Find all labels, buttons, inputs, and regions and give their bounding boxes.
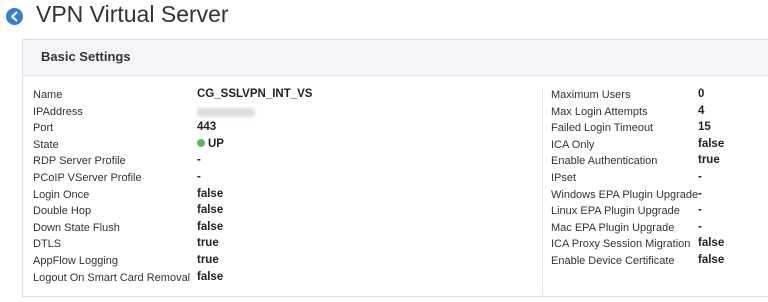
setting-value: false bbox=[197, 187, 224, 200]
setting-label: Port bbox=[33, 122, 54, 135]
setting-row-login-once: Login Once false bbox=[33, 188, 533, 205]
setting-value: false bbox=[698, 237, 725, 250]
setting-value: 0 bbox=[698, 88, 705, 100]
setting-label: Max Login Attempts bbox=[551, 105, 648, 118]
setting-label: ICA Only bbox=[551, 138, 595, 151]
setting-row-max-login-attempts: Max Login Attempts 4 bbox=[543, 105, 768, 122]
setting-value: - bbox=[197, 154, 201, 167]
setting-value: - bbox=[197, 170, 201, 183]
panel-title: Basic Settings bbox=[41, 49, 131, 64]
setting-value: - bbox=[698, 220, 702, 233]
setting-label: Logout On Smart Card Removal bbox=[33, 271, 191, 284]
setting-row-maximum-users: Maximum Users 0 bbox=[543, 88, 768, 105]
setting-value: CG_SSLVPN_INT_VS bbox=[197, 88, 313, 100]
setting-row-appflow-logging: AppFlow Logging true bbox=[33, 254, 533, 271]
setting-value: - bbox=[698, 204, 702, 217]
state-value: UP bbox=[197, 138, 224, 150]
setting-row-enable-device-certificate: Enable Device Certificate false bbox=[543, 254, 768, 271]
setting-label: ICA Proxy Session Migration bbox=[551, 238, 691, 251]
setting-label: Down State Flush bbox=[33, 221, 120, 234]
setting-row-logout-on-smart-card-removal: Logout On Smart Card Removal false bbox=[33, 271, 533, 288]
setting-value: - bbox=[698, 187, 702, 200]
setting-label: Double Hop bbox=[33, 205, 92, 218]
setting-label: Failed Login Timeout bbox=[551, 122, 654, 135]
setting-label: RDP Server Profile bbox=[33, 155, 126, 168]
setting-row-ipaddress: IPAddress bbox=[33, 105, 533, 122]
setting-value: 15 bbox=[698, 121, 711, 134]
setting-value: false bbox=[698, 137, 725, 150]
setting-label: DTLS bbox=[33, 238, 62, 251]
setting-label: IPset bbox=[551, 171, 577, 184]
setting-value: false bbox=[197, 270, 224, 283]
setting-row-dtls: DTLS true bbox=[33, 237, 533, 254]
setting-value: false bbox=[197, 220, 224, 233]
page-header: VPN Virtual Server bbox=[0, 0, 768, 34]
setting-row-mac-epa-plugin-upgrade: Mac EPA Plugin Upgrade - bbox=[543, 221, 768, 238]
setting-label: AppFlow Logging bbox=[33, 254, 119, 267]
state-text: UP bbox=[208, 137, 224, 150]
setting-row-pcoip-vserver-profile: PCoIP VServer Profile - bbox=[33, 171, 533, 188]
setting-row-linux-epa-plugin-upgrade: Linux EPA Plugin Upgrade - bbox=[543, 204, 768, 221]
setting-row-rdp-server-profile: RDP Server Profile - bbox=[33, 154, 533, 171]
setting-row-enable-authentication: Enable Authentication true bbox=[543, 154, 768, 171]
setting-row-port: Port 443 bbox=[33, 121, 533, 138]
setting-label: Mac EPA Plugin Upgrade bbox=[551, 221, 675, 234]
page-title: VPN Virtual Server bbox=[36, 1, 229, 27]
setting-label: State bbox=[33, 138, 59, 151]
left-settings-column: Name CG_SSLVPN_INT_VS IPAddress Port 443… bbox=[33, 88, 533, 287]
setting-value: false bbox=[698, 253, 725, 266]
setting-row-state: State UP bbox=[33, 138, 533, 155]
setting-row-name: Name CG_SSLVPN_INT_VS bbox=[33, 88, 533, 105]
setting-value: false bbox=[197, 204, 224, 217]
setting-label: IPAddress bbox=[33, 105, 83, 118]
back-arrow-icon[interactable] bbox=[6, 8, 23, 25]
right-settings-column: Maximum Users 0 Max Login Attempts 4 Fai… bbox=[542, 88, 768, 295]
setting-row-windows-epa-plugin-upgrade: Windows EPA Plugin Upgrade - bbox=[543, 188, 768, 205]
setting-label: Enable Device Certificate bbox=[551, 254, 675, 267]
setting-label: Enable Authentication bbox=[551, 155, 658, 168]
setting-value: 443 bbox=[197, 121, 217, 134]
setting-row-down-state-flush: Down State Flush false bbox=[33, 221, 533, 238]
setting-label: Windows EPA Plugin Upgrade bbox=[551, 188, 699, 201]
setting-row-ipset: IPset - bbox=[543, 171, 768, 188]
setting-row-double-hop: Double Hop false bbox=[33, 204, 533, 221]
setting-value: - bbox=[698, 170, 702, 183]
redacted-ip-value bbox=[197, 105, 255, 120]
setting-label: Name bbox=[33, 89, 63, 101]
status-up-icon bbox=[197, 138, 205, 147]
basic-settings-panel: Basic Settings Name CG_SSLVPN_INT_VS IPA… bbox=[22, 39, 768, 297]
setting-value: true bbox=[197, 253, 219, 266]
setting-label: Login Once bbox=[33, 188, 90, 201]
setting-row-ica-only: ICA Only false bbox=[543, 138, 768, 155]
setting-value: 4 bbox=[698, 104, 705, 117]
setting-label: PCoIP VServer Profile bbox=[33, 171, 142, 184]
setting-value: true bbox=[197, 237, 219, 250]
setting-value: true bbox=[698, 154, 720, 167]
setting-label: Maximum Users bbox=[551, 89, 631, 101]
setting-row-failed-login-timeout: Failed Login Timeout 15 bbox=[543, 121, 768, 138]
panel-header: Basic Settings bbox=[23, 40, 768, 76]
setting-row-ica-proxy-session-migration: ICA Proxy Session Migration false bbox=[543, 237, 768, 254]
setting-label: Linux EPA Plugin Upgrade bbox=[551, 205, 680, 218]
